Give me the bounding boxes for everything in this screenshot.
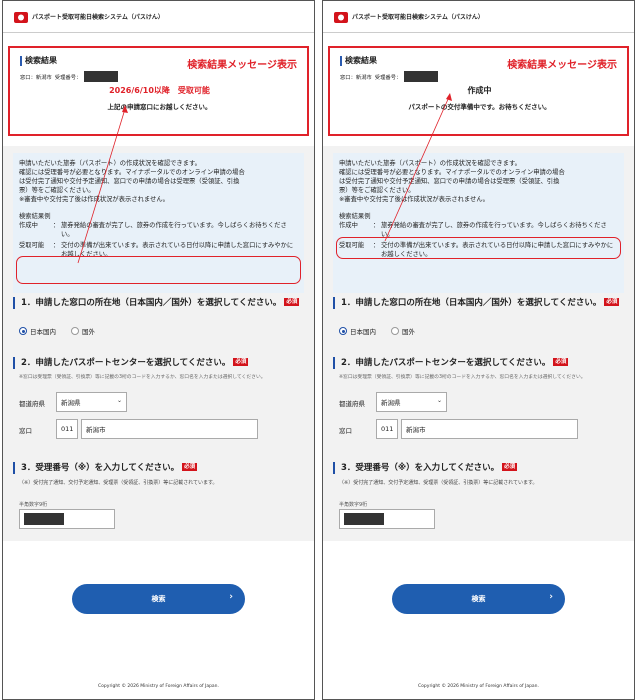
result-meta: 窓口：新潟市 受理番号： <box>20 71 299 82</box>
result-status: 2026/6/10以降 受取可能 <box>109 86 210 95</box>
result-message: 上記の申請窓口にお越しください。 <box>107 103 212 111</box>
info-line: 申請いただいた旅券（パスポート）の作成状況を確認できます。 <box>339 160 521 167</box>
info-line: 確認には受理番号が必要となります。マイナポータルでのオンライン申請の場合 <box>19 169 245 176</box>
required-badge: 必須 <box>182 463 198 471</box>
search-button[interactable]: 検索 › <box>72 584 245 614</box>
logo-icon <box>14 11 28 23</box>
q1-heading: 1．申請した窓口の所在地（日本国内／国外）を選択してください。 必須 <box>333 297 624 309</box>
q3-heading: 3．受理番号（※）を入力してください。 必須 <box>333 462 624 474</box>
q1-heading: 1．申請した窓口の所在地（日本国内／国外）を選択してください。 必須 <box>13 297 304 309</box>
radio-unselected-icon <box>71 327 79 335</box>
window-code-input[interactable]: 011 <box>56 419 78 439</box>
radio-domestic[interactable]: 日本国内 <box>339 326 376 336</box>
radio-selected-icon <box>339 327 347 335</box>
logo-icon <box>334 11 348 23</box>
highlight-ready-example <box>16 256 301 284</box>
prefecture-select[interactable]: 新潟県 ⌄ <box>376 392 447 412</box>
radio-unselected-icon <box>391 327 399 335</box>
result-receipt-label: 受理番号： <box>54 74 82 81</box>
required-badge: 必須 <box>284 298 300 306</box>
result-box: 検索結果 検索結果メッセージ表示 窓口：新潟市 受理番号： 2026/6/10以… <box>8 46 309 136</box>
result-receipt-label: 受理番号： <box>374 74 402 81</box>
window-code-input[interactable]: 011 <box>376 419 398 439</box>
radio-overseas[interactable]: 国外 <box>71 326 95 336</box>
footer-copyright: Copyright © 2026 Ministry of Foreign Aff… <box>98 684 219 689</box>
q2-note: ※窓口は受理票（受領証、引換票）等に記載の3桁のコードを入力するか、窓口名を入力… <box>19 375 266 380</box>
info-line: 票）等をご確認ください。 <box>339 187 415 194</box>
chevron-down-icon: ⌄ <box>436 397 442 404</box>
app-title: パスポート受取可能日検索システム（パスけん） <box>32 14 164 21</box>
example-title: 検索結果例 <box>339 213 371 220</box>
required-badge: 必須 <box>233 358 249 366</box>
q2-note: ※窓口は受理票（受領証、引換票）等に記載の3桁のコードを入力するか、窓口名を入力… <box>339 375 586 380</box>
q3-hint: 半角数字9桁 <box>339 502 368 508</box>
receipt-number-input[interactable] <box>19 509 115 529</box>
result-message-annotation: 検索結果メッセージ表示 <box>187 60 297 71</box>
info-line: 申請いただいた旅券（パスポート）の作成状況を確認できます。 <box>19 160 201 167</box>
chevron-right-icon: › <box>229 592 233 602</box>
info-line: は受付完了通知や交付予定通知、窓口での申請の場合は受理票（受領証、引換 <box>19 178 240 185</box>
result-message: パスポートの交付準備中です。お待ちください。 <box>408 103 551 111</box>
required-badge: 必須 <box>604 298 620 306</box>
search-button[interactable]: 検索 › <box>392 584 565 614</box>
app-header: パスポート受取可能日検索システム（パスけん） <box>3 1 314 33</box>
footer-copyright: Copyright © 2026 Ministry of Foreign Aff… <box>418 684 539 689</box>
app-header: パスポート受取可能日検索システム（パスけん） <box>323 1 634 33</box>
example-title: 検索結果例 <box>19 213 51 220</box>
window-name-input[interactable]: 新潟市 <box>401 419 578 439</box>
pref-label: 都道府県 <box>339 400 365 408</box>
result-status: 作成中 <box>467 86 492 95</box>
radio-domestic[interactable]: 日本国内 <box>19 326 56 336</box>
example-row: 作成中 ： 旅券発給の審査が完了し、旅券の作成を行っています。今しばらくお待ちく… <box>19 222 287 238</box>
info-line: 確認には受理番号が必要となります。マイナポータルでのオンライン申請の場合 <box>339 169 565 176</box>
info-line: ※審査中や交付完了後は作成状況が表示されません。 <box>19 196 169 203</box>
q2-heading: 2．申請したパスポートセンターを選択してください。 必須 <box>333 357 624 369</box>
result-box: 検索結果 検索結果メッセージ表示 窓口：新潟市 受理番号： 作成中 パスポートの… <box>328 46 629 136</box>
screenshot-right: パスポート受取可能日検索システム（パスけん） 検索結果 検索結果メッセージ表示 … <box>322 0 635 700</box>
required-badge: 必須 <box>553 358 569 366</box>
screenshot-left: パスポート受取可能日検索システム（パスけん） 検索結果 検索結果メッセージ表示 … <box>2 0 315 700</box>
result-location: 窓口：新潟市 <box>20 74 52 81</box>
info-line: ※審査中や交付完了後は作成状況が表示されません。 <box>339 196 489 203</box>
result-message-annotation: 検索結果メッセージ表示 <box>507 60 617 71</box>
app-title: パスポート受取可能日検索システム（パスけん） <box>352 14 484 21</box>
info-line: は受付完了通知や交付予定通知、窓口での申請の場合は受理票（受領証、引換 <box>339 178 560 185</box>
pref-label: 都道府県 <box>19 400 45 408</box>
prefecture-select[interactable]: 新潟県 ⌄ <box>56 392 127 412</box>
highlight-in-progress-example <box>336 237 621 259</box>
window-name-input[interactable]: 新潟市 <box>81 419 258 439</box>
chevron-down-icon: ⌄ <box>116 397 122 404</box>
required-badge: 必須 <box>502 463 518 471</box>
window-label: 窓口 <box>339 427 352 435</box>
result-meta: 窓口：新潟市 受理番号： <box>340 71 619 82</box>
result-location: 窓口：新潟市 <box>340 74 372 81</box>
redacted-value <box>344 513 384 525</box>
q3-hint: 半角数字9桁 <box>19 502 48 508</box>
redacted-value <box>24 513 64 525</box>
radio-overseas[interactable]: 国外 <box>391 326 415 336</box>
q3-note: （※）受付完了通知、交付予定通知、受理票（受領証、引換票）等に記載されています。 <box>19 480 218 486</box>
info-box: 申請いただいた旅券（パスポート）の作成状況を確認できます。 確認には受理番号が必… <box>333 153 624 293</box>
info-line: 票）等をご確認ください。 <box>19 187 95 194</box>
q3-heading: 3．受理番号（※）を入力してください。 必須 <box>13 462 304 474</box>
q3-note: （※）受付完了通知、交付予定通知、受理票（受領証、引換票）等に記載されています。 <box>339 480 538 486</box>
chevron-right-icon: › <box>549 592 553 602</box>
redacted-receipt-number <box>404 71 439 82</box>
q2-heading: 2．申請したパスポートセンターを選択してください。 必須 <box>13 357 304 369</box>
window-label: 窓口 <box>19 427 32 435</box>
receipt-number-input[interactable] <box>339 509 435 529</box>
radio-selected-icon <box>19 327 27 335</box>
redacted-receipt-number <box>84 71 119 82</box>
